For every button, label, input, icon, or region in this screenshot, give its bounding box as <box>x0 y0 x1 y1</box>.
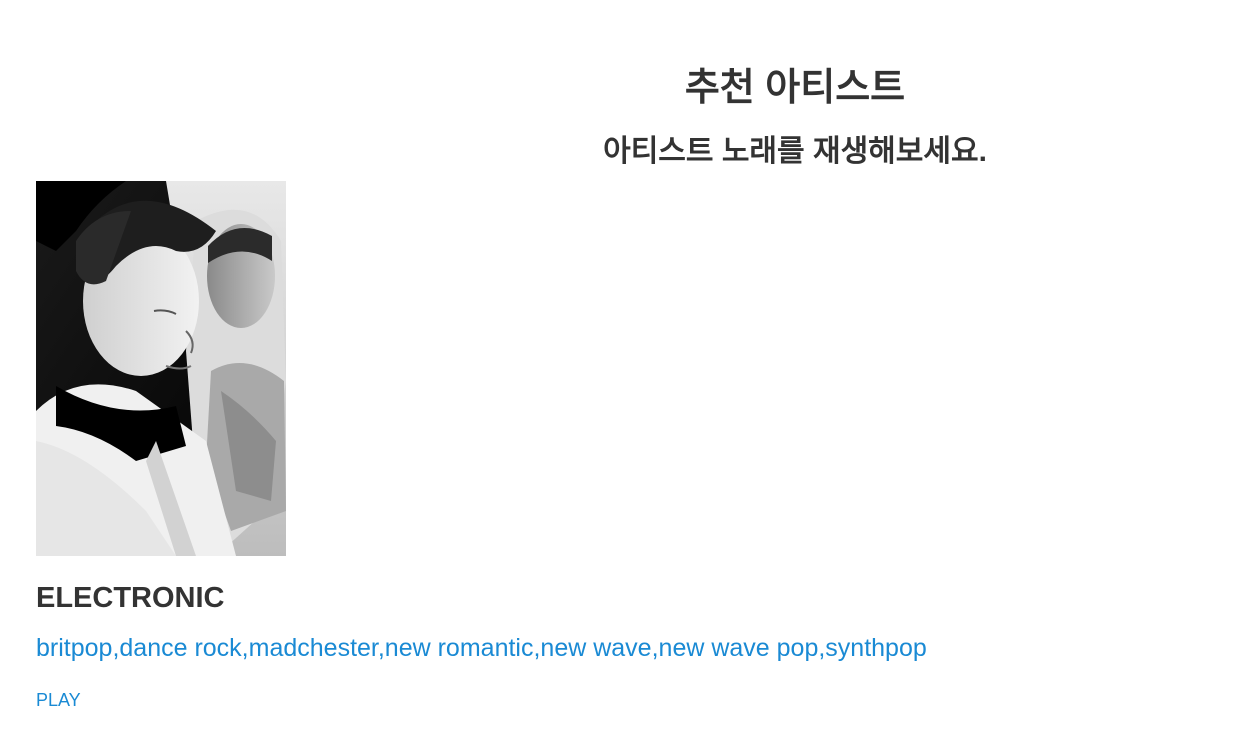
page-subtitle: 아티스트 노래를 재생해보세요. <box>603 135 987 168</box>
artist-genres-link[interactable]: britpop,dance rock,madchester,new romant… <box>36 631 927 665</box>
page-title: 추천 아티스트 <box>684 67 906 109</box>
play-button[interactable]: PLAY <box>36 688 81 712</box>
artist-photo[interactable] <box>36 181 286 556</box>
artist-card: ELECTRONIC britpop,dance rock,madchester… <box>36 181 1036 710</box>
artist-name: ELECTRONIC <box>36 582 225 614</box>
